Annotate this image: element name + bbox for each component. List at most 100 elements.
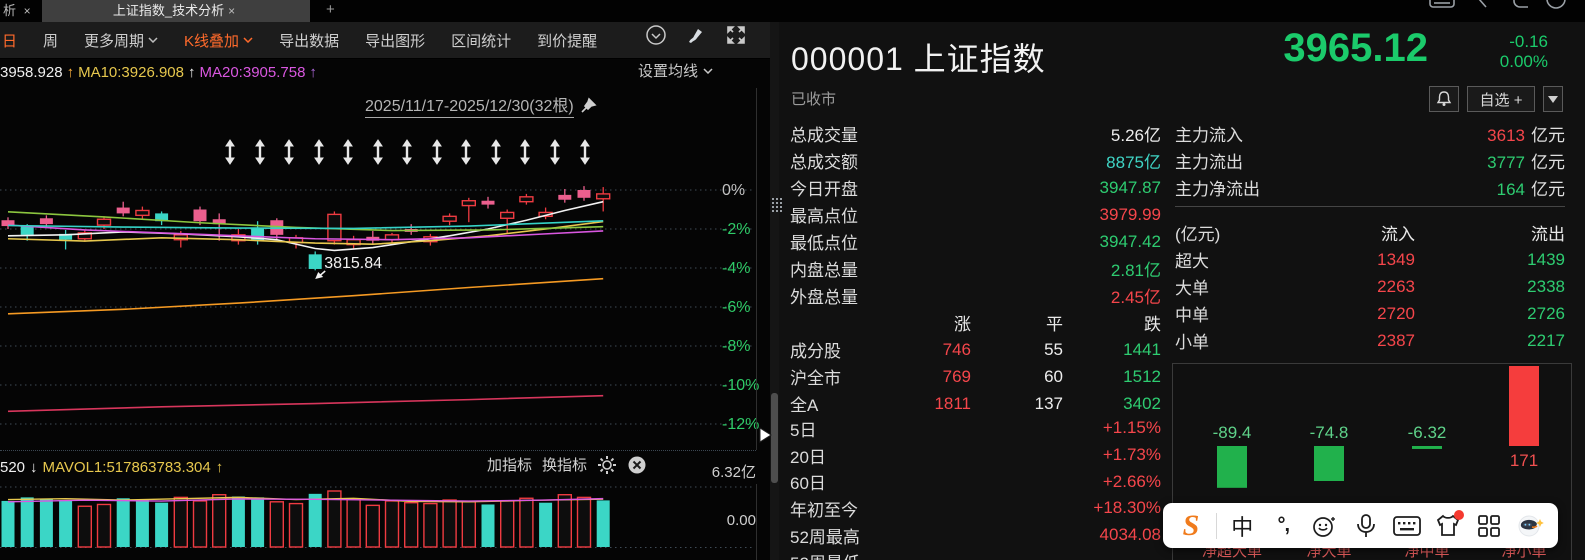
divider-line <box>1175 206 1565 207</box>
splitter-grip-icon[interactable] <box>771 197 783 212</box>
period-day-button[interactable]: 日 <box>2 30 17 51</box>
pane-divider[interactable] <box>0 450 756 451</box>
col-header-flat: 平 <box>1046 315 1063 334</box>
chinese-mode-button[interactable]: 中 <box>1226 508 1258 544</box>
period-label: 52周最高 <box>790 527 860 547</box>
flow-label: 主力流出 <box>1175 153 1243 172</box>
quote-panel: 000001 上证指数 3965.12 -0.16 0.00% 已收市 自选 +… <box>779 22 1585 560</box>
add-watchlist-button[interactable]: 自选 + <box>1467 86 1535 112</box>
pin-icon[interactable] <box>580 97 597 114</box>
punctuation-mode-button[interactable]: °, <box>1267 508 1299 544</box>
clock-icon[interactable] <box>1546 0 1566 9</box>
add-indicator-button[interactable]: 加指标 <box>487 454 532 475</box>
table-row: 52周最高 4034.08 <box>790 522 1161 549</box>
svg-text:171: 171 <box>1510 451 1538 470</box>
more-periods-dropdown[interactable]: 更多周期 <box>84 30 158 51</box>
fullscreen-expand-icon[interactable] <box>725 24 747 46</box>
sogou-logo-icon[interactable]: S <box>1175 508 1207 544</box>
svg-text:0%: 0% <box>722 182 745 199</box>
circle-chevron-icon[interactable] <box>645 24 667 46</box>
volume-chart[interactable] <box>0 484 770 560</box>
export-image-button[interactable]: 导出图形 <box>365 30 425 51</box>
flat-count: 137 <box>1034 393 1063 413</box>
trading-app-window: 析 × 上证指数_技术分析 × + 日 周 更多周期 K线叠加 导出数据 导出图形… <box>0 0 1585 560</box>
stat-label: 总成交额 <box>790 153 858 172</box>
stats-table: 总成交量 5.26亿 总成交额 8875亿 今日开盘 3947.87 最高点位 3979.99… <box>790 120 1161 309</box>
tab-technical-analysis[interactable]: 上证指数_技术分析 × <box>42 0 310 22</box>
flow-label: 主力净流出 <box>1175 180 1260 199</box>
period-value: +1.15% <box>1102 418 1161 438</box>
svg-text:-6.32: -6.32 <box>1408 423 1447 442</box>
switch-indicator-button[interactable]: 换指标 <box>542 454 587 475</box>
flow-detail-table: (亿元) 流入 流出 超大 1349 1439 大单 2263 2338 中单 2720 2726 小单… <box>1175 219 1565 354</box>
notification-dot <box>1453 509 1464 520</box>
table-row: 主力流入 3613 亿元 <box>1175 120 1565 147</box>
down-count: 3402 <box>1123 393 1161 413</box>
table-row: 内盘总量 2.81亿 <box>790 255 1161 282</box>
ai-assistant-icon[interactable] <box>1514 508 1546 544</box>
up-arrow-icon: ↑ <box>66 63 75 81</box>
stat-value: 8875亿 <box>1106 153 1161 172</box>
watchlist-dropdown-button[interactable] <box>1543 86 1563 112</box>
flow-size-label: 超大 <box>1175 252 1209 271</box>
col-header-outflow: 流出 <box>1531 225 1565 244</box>
up-arrow-icon: ↑ <box>215 458 224 476</box>
chevron-down-icon <box>148 37 158 43</box>
close-circle-icon[interactable] <box>627 455 647 475</box>
flow-value: 3777 亿元 <box>1487 148 1565 173</box>
updown-arrow-icon <box>284 139 294 165</box>
skin-shirt-icon[interactable] <box>1432 508 1464 544</box>
breadth-label: 成分股 <box>790 342 841 361</box>
table-row: 成分股 746 55 1441 <box>790 336 1161 363</box>
table-row: 主力流出 3777 亿元 <box>1175 147 1565 174</box>
updown-arrow-icon <box>491 139 501 165</box>
flow-number: 3777 <box>1487 153 1525 172</box>
updown-arrow-icon <box>343 139 353 165</box>
ma-settings-dropdown[interactable]: 设置均线 <box>638 60 713 81</box>
change-percent: 0.00% <box>1499 52 1548 71</box>
export-data-button[interactable]: 导出数据 <box>279 30 339 51</box>
table-row: 总成交额 8875亿 <box>790 147 1161 174</box>
gear-icon[interactable] <box>597 455 617 475</box>
price-alert-button[interactable]: 到价提醒 <box>537 30 597 51</box>
breadth-label: 全A <box>790 396 819 415</box>
microphone-icon[interactable] <box>1350 508 1382 544</box>
brush-icon[interactable] <box>685 24 707 46</box>
new-tab-button[interactable]: + <box>326 0 335 20</box>
flow-value: 164 亿元 <box>1497 175 1565 200</box>
kline-overlay-dropdown[interactable]: K线叠加 <box>184 30 253 51</box>
apps-grid-icon[interactable] <box>1473 508 1505 544</box>
range-stats-button[interactable]: 区间统计 <box>451 30 511 51</box>
pen-icon[interactable] <box>1472 0 1487 8</box>
breadth-label: 沪全市 <box>790 369 841 388</box>
emoji-face-icon[interactable] <box>1308 508 1340 544</box>
updown-arrow-icon <box>580 139 590 165</box>
price-change: -0.16 0.00% <box>1500 32 1548 72</box>
stat-label: 总成交量 <box>790 126 858 145</box>
window-controls <box>1428 0 1578 13</box>
keyboard-icon[interactable] <box>1391 508 1423 544</box>
ime-toolbar: S 中 °, <box>1163 503 1558 548</box>
period-label: 20日 <box>790 447 826 467</box>
inflow-value: 2720 <box>1377 303 1415 323</box>
stat-value: 2.81亿 <box>1110 261 1161 280</box>
main-flow-table: 主力流入 3613 亿元 主力流出 3777 亿元 主力净流出 164 亿元 <box>1175 120 1565 201</box>
outflow-value: 2338 <box>1527 276 1565 296</box>
alert-bell-button[interactable] <box>1429 86 1459 112</box>
ma5-value: 3958.928 <box>0 63 63 81</box>
period-value: +1.73% <box>1102 445 1161 465</box>
svg-text:-6%: -6% <box>722 299 750 316</box>
period-week-button[interactable]: 周 <box>43 30 58 51</box>
window-control-icons[interactable] <box>1428 0 1578 13</box>
flow-number: 164 <box>1496 180 1525 199</box>
close-icon[interactable]: × <box>20 4 35 18</box>
table-row: 52周最低 <box>790 548 1161 560</box>
close-icon[interactable]: × <box>224 4 239 18</box>
kline-chart[interactable]: 0% -2% -4% -6% -8% -10% -12% 3815.84 <box>0 88 770 450</box>
date-range-label[interactable]: 2025/11/17-2025/12/30(32根) <box>365 92 597 118</box>
tab-previous-partial[interactable]: 析 × <box>0 0 35 22</box>
down-count: 1441 <box>1123 339 1161 359</box>
flow-unit: 亿元 <box>1531 126 1565 145</box>
undo-icon[interactable] <box>1513 0 1528 8</box>
updown-arrow-icon <box>255 139 265 165</box>
